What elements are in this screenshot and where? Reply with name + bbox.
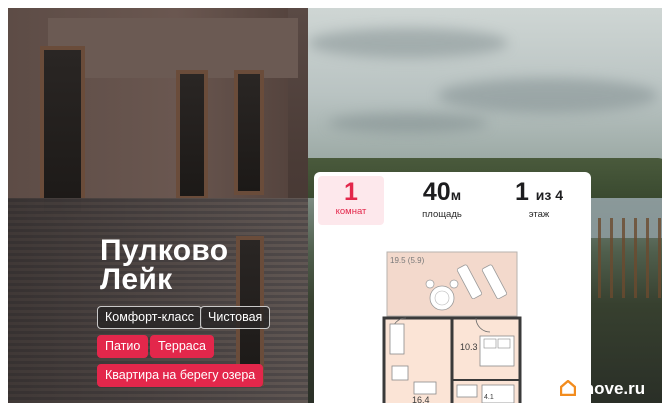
floor-plan-table: [429, 285, 455, 311]
home-icon: [560, 380, 576, 396]
stat-floor-number: 1 из 4: [494, 172, 584, 209]
floor-plan: 19.5 (5.9) 10.3 16.4 4.1: [382, 251, 522, 403]
project-title-line1: Пулково: [100, 234, 229, 267]
cloud-decoration: [308, 28, 508, 58]
floor-plan-dining-table: [391, 365, 409, 381]
floor-plan-chair: [425, 279, 435, 289]
watermark-brand: move.ru: [579, 379, 646, 398]
building-window: [234, 70, 264, 195]
floor-plan-terrace-area: 19.5 (5.9): [390, 256, 425, 265]
floor-plan-pillow: [497, 338, 511, 349]
building-window: [176, 70, 208, 200]
stat-area-number: 40м: [406, 172, 478, 209]
tag-finish: Чистовая: [200, 306, 271, 329]
project-title-line2: Лейк: [100, 263, 173, 296]
apartment-info-card: 1 комнат 40м площадь 1 из 4 этаж 19.5 (5…: [314, 172, 591, 403]
stat-floor-total: из 4: [535, 187, 564, 203]
stat-floor-value: 1: [514, 178, 529, 206]
stat-area: 40м площадь: [406, 172, 478, 229]
floor-plan-pillow: [483, 338, 497, 349]
stat-floor: 1 из 4 этаж: [494, 172, 584, 229]
stat-floor-label: этаж: [528, 209, 550, 220]
watermark: move.ru: [560, 379, 645, 401]
tag-lakeside: Квартира на берегу озера: [97, 364, 264, 387]
project-title: Пулково Лейк: [100, 234, 229, 296]
stat-area-label: площадь: [422, 209, 462, 220]
floor-plan-sofa: [389, 323, 405, 355]
building-window: [40, 46, 85, 216]
cloud-decoration: [438, 78, 658, 113]
floor-plan-bedroom-area: 10.3: [460, 342, 478, 352]
building-roof-band: [48, 18, 298, 78]
stat-area-value: 40: [422, 178, 451, 206]
cloud-decoration: [328, 113, 488, 133]
stat-area-unit: м: [450, 187, 462, 203]
apartment-stats: 1 комнат 40м площадь 1 из 4 этаж: [314, 172, 591, 229]
tag-patio: Патио: [97, 335, 149, 358]
stat-rooms-label: комнат: [335, 206, 367, 217]
floor-plan-sink: [456, 384, 478, 398]
stat-rooms-value: 1: [344, 178, 358, 206]
floor-plan-cabinet: [413, 381, 437, 395]
pergola-background: [598, 218, 662, 298]
floor-plan-bath-area: 4.1: [484, 394, 494, 401]
tag-comfort-class: Комфорт-класс: [97, 306, 202, 329]
floor-plan-chair: [449, 279, 459, 289]
floor-plan-living-area: 16.4: [412, 395, 430, 403]
stat-rooms: 1 комнат: [318, 176, 384, 225]
tag-terrace: Терраса: [150, 335, 214, 358]
